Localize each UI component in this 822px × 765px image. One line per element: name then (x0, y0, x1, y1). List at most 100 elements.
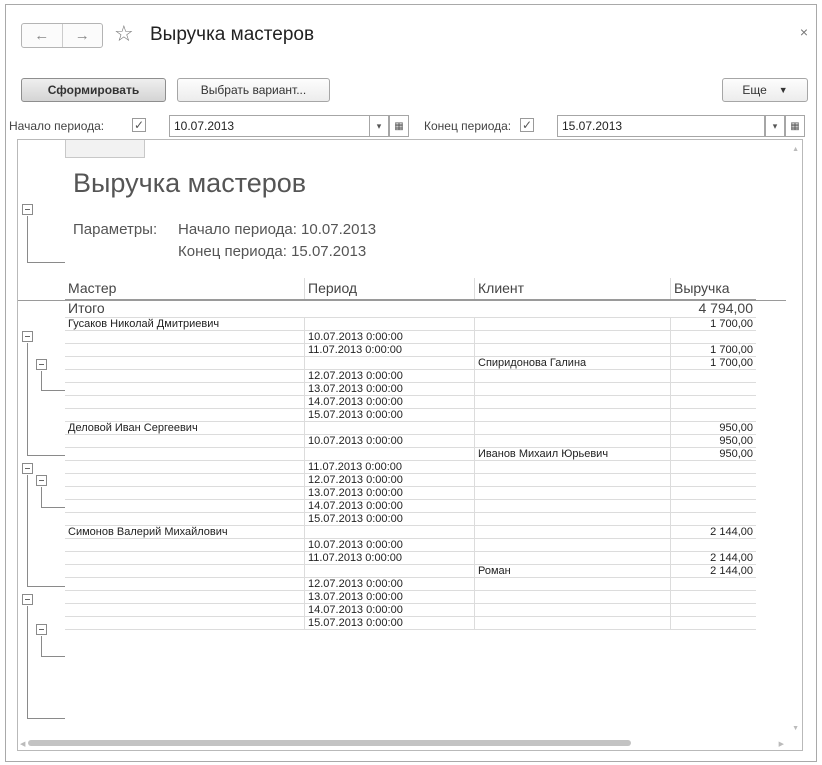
forward-arrow-icon[interactable]: → (61, 24, 103, 47)
tree-line (27, 586, 65, 587)
generate-button[interactable]: Сформировать (21, 78, 166, 102)
start-dropdown-icon[interactable]: ▾ (369, 115, 389, 137)
column-master-cell (65, 461, 305, 473)
report-params-label: Параметры: (73, 221, 158, 238)
column-revenue-cell (671, 409, 756, 421)
column-master-cell (65, 500, 305, 512)
scroll-right-icon[interactable]: ▶ (779, 740, 784, 748)
start-period-label: Начало периода: (9, 119, 105, 133)
collapse-subgroup-icon[interactable] (36, 624, 47, 635)
horizontal-scroll-thumb[interactable] (28, 740, 631, 746)
tree-line (41, 371, 42, 390)
start-calendar-icon[interactable]: ▦ (389, 115, 409, 137)
total-row: Итого 4 794,00 (65, 300, 756, 318)
start-period-input[interactable]: 10.07.2013 (169, 115, 370, 137)
column-client-cell (475, 370, 671, 382)
column-revenue-cell (671, 500, 756, 512)
table-row: 11.07.2013 0:00:00 (65, 461, 756, 474)
column-client-cell (475, 383, 671, 395)
table-row: 13.07.2013 0:00:00 (65, 487, 756, 500)
more-button[interactable]: Еще ▼ (722, 78, 808, 102)
column-period-cell: 13.07.2013 0:00:00 (305, 487, 475, 499)
column-client-cell (475, 422, 671, 434)
report-param-end: Конец периода: 15.07.2013 (178, 243, 367, 260)
column-period-cell: 15.07.2013 0:00:00 (305, 513, 475, 525)
choose-variant-button[interactable]: Выбрать вариант... (177, 78, 330, 102)
table-row: Иванов Михаил Юрьевич 950,00 (65, 448, 756, 461)
report-header-cell (65, 140, 145, 158)
column-revenue-cell: 950,00 (719, 435, 753, 447)
column-period-cell: 10.07.2013 0:00:00 (305, 435, 475, 447)
scroll-left-icon[interactable]: ◀ (20, 740, 25, 748)
column-period-cell: 15.07.2013 0:00:00 (305, 617, 475, 629)
end-period-input[interactable]: 15.07.2013 (557, 115, 765, 137)
end-calendar-icon[interactable]: ▦ (785, 115, 805, 137)
end-dropdown-icon[interactable]: ▾ (765, 115, 785, 137)
column-master-cell (65, 565, 305, 577)
column-master-cell: Гусаков Николай Дмитриевич (65, 318, 305, 330)
column-client-cell (475, 578, 671, 590)
table-header-row: Мастер Период Клиент Выручка (65, 278, 756, 300)
report-table: Мастер Период Клиент Выручка Итого 4 794… (65, 278, 756, 630)
column-master-cell: Симонов Валерий Михайлович (65, 526, 305, 538)
column-revenue-cell (671, 383, 756, 395)
table-row: Деловой Иван Сергеевич 950,00 (65, 422, 756, 435)
tree-line (41, 487, 42, 507)
tree-line (27, 343, 28, 455)
column-client-cell (475, 552, 671, 564)
collapse-group-icon[interactable] (22, 594, 33, 605)
table-row: Симонов Валерий Михайлович 2 144,00 (65, 526, 756, 539)
column-header-master: Мастер (65, 278, 305, 299)
report-area[interactable]: Выручка мастеров Параметры: Начало перио… (17, 139, 803, 751)
scroll-down-icon[interactable]: ▼ (792, 725, 799, 732)
column-client-cell (475, 344, 671, 356)
table-row: 11.07.2013 0:00:00 2 144,00 (65, 552, 756, 565)
tree-line (27, 262, 65, 263)
column-client-cell (475, 513, 671, 525)
column-header-revenue: Выручка (674, 280, 730, 296)
column-revenue-cell: 2 144,00 (710, 565, 753, 577)
column-period-cell: 14.07.2013 0:00:00 (305, 500, 475, 512)
column-period-cell: 12.07.2013 0:00:00 (305, 578, 475, 590)
table-row: 10.07.2013 0:00:00 (65, 539, 756, 552)
column-period-cell (305, 448, 475, 460)
scroll-up-icon[interactable]: ▲ (792, 146, 799, 153)
favorite-star-icon[interactable]: ☆ (114, 21, 134, 47)
table-row: 15.07.2013 0:00:00 (65, 513, 756, 526)
table-row: Гусаков Николай Дмитриевич 1 700,00 (65, 318, 756, 331)
column-revenue-cell (671, 396, 756, 408)
report-param-start: Начало периода: 10.07.2013 (178, 221, 377, 238)
column-period-cell: 11.07.2013 0:00:00 (305, 344, 475, 356)
tree-line (27, 216, 28, 262)
column-master-cell (65, 591, 305, 603)
end-period-checkbox[interactable]: ✓ (520, 118, 534, 132)
column-period-cell: 10.07.2013 0:00:00 (305, 539, 475, 551)
horizontal-scrollbar[interactable]: ◀ ▶ (18, 736, 802, 750)
collapse-group-icon[interactable] (22, 463, 33, 474)
column-master-cell: Деловой Иван Сергеевич (65, 422, 305, 434)
chevron-down-icon: ▼ (778, 85, 788, 95)
column-master-cell (65, 552, 305, 564)
start-period-checkbox[interactable]: ✓ (132, 118, 146, 132)
column-header-client: Клиент (475, 278, 671, 299)
column-period-cell (305, 565, 475, 577)
column-master-cell (65, 448, 305, 460)
column-period-cell: 11.07.2013 0:00:00 (305, 461, 475, 473)
column-period-cell (305, 357, 475, 369)
column-period-cell: 14.07.2013 0:00:00 (305, 604, 475, 616)
collapse-subgroup-icon[interactable] (36, 359, 47, 370)
tree-line (27, 718, 65, 719)
collapse-header-icon[interactable] (22, 204, 33, 215)
column-client-cell (475, 435, 671, 447)
collapse-subgroup-icon[interactable] (36, 475, 47, 486)
column-revenue-cell: 2 144,00 (710, 552, 753, 564)
tree-line (41, 390, 65, 391)
back-arrow-icon[interactable]: ← (22, 24, 62, 47)
column-header-period: Период (305, 278, 475, 299)
column-client-cell: Роман (475, 565, 671, 577)
column-period-cell: 15.07.2013 0:00:00 (305, 409, 475, 421)
collapse-group-icon[interactable] (22, 331, 33, 342)
tree-line (27, 606, 28, 718)
column-client-cell (475, 526, 671, 538)
close-icon[interactable]: × (800, 24, 808, 40)
